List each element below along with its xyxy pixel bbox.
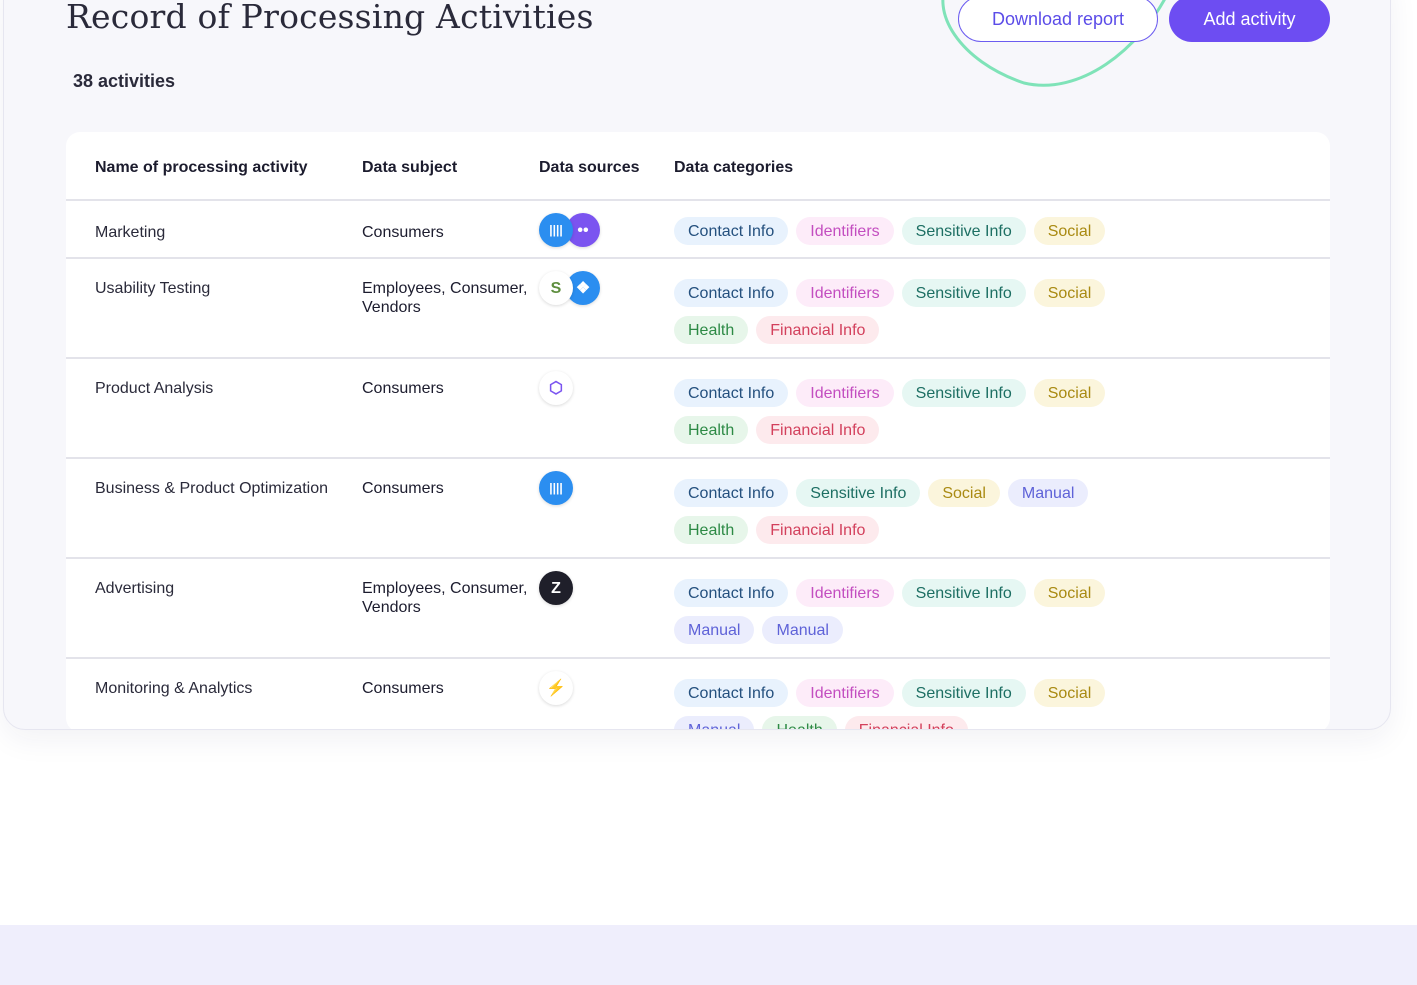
data-categories: Contact Info Identifiers Sensitive Info Soc…: [674, 279, 1274, 344]
data-categories: Contact Info Identifiers Sensitive Info Soc…: [674, 217, 1274, 245]
intercom-icon: ||||: [539, 213, 573, 247]
data-categories: Contact Info Identifiers Sensitive Info Soc…: [674, 579, 1274, 644]
data-subject: Employees, Consumer, Vendors: [362, 280, 528, 316]
cube-icon: ⬡: [539, 371, 573, 405]
category-chip: Health: [674, 416, 749, 444]
category-chip: Contact Info: [674, 679, 789, 707]
activities-card: Record of Processing Activities 38 activ…: [3, 0, 1391, 730]
column-header-name[interactable]: Name of processing activity: [95, 159, 308, 177]
activity-count: 38 activities: [73, 71, 176, 91]
activities-table: Name of processing activity Data subject…: [66, 132, 1330, 729]
data-subject: Consumers: [362, 480, 444, 497]
activity-name: Monitoring & Analytics: [95, 680, 253, 697]
data-subject: Consumers: [362, 680, 444, 697]
category-chip: Manual: [762, 616, 843, 644]
intercom-icon: ||||: [539, 471, 573, 505]
category-chip: Contact Info: [674, 379, 789, 407]
category-chip: Financial Info: [844, 716, 968, 729]
category-chip: Social: [1033, 679, 1106, 707]
category-chip: Social: [928, 479, 1000, 507]
footer-band: [0, 925, 1417, 985]
activity-name: Business & Product Optimization: [95, 480, 328, 497]
data-subject: Employees, Consumer, Vendors: [362, 580, 528, 616]
category-chip: Financial Info: [756, 316, 880, 344]
category-chip: Sensitive Info: [901, 217, 1026, 245]
category-chip: Sensitive Info: [796, 479, 921, 507]
activity-name: Usability Testing: [95, 280, 211, 297]
data-subject: Consumers: [362, 380, 444, 397]
data-subject: Consumers: [362, 224, 444, 241]
category-chip: Social: [1033, 379, 1106, 407]
category-chip: Identifiers: [796, 379, 894, 407]
category-chip: Identifiers: [796, 279, 894, 307]
category-chip: Sensitive Info: [901, 279, 1026, 307]
table-header: Name of processing activity Data subject…: [66, 132, 1330, 201]
column-header-sources[interactable]: Data sources: [539, 159, 640, 177]
category-chip: Health: [674, 516, 749, 544]
category-chip: Identifiers: [796, 579, 894, 607]
category-chip: Contact Info: [674, 279, 789, 307]
column-header-subject[interactable]: Data subject: [362, 159, 457, 177]
category-chip: Health: [674, 316, 749, 344]
category-chip: Identifiers: [796, 679, 894, 707]
category-chip: Sensitive Info: [901, 379, 1026, 407]
table-row[interactable]: Marketing Consumers |||| •• Contact Info Iden…: [66, 201, 1330, 259]
data-categories: Contact Info Sensitive Info Social Manual He…: [674, 479, 1274, 544]
category-chip: Sensitive Info: [901, 579, 1026, 607]
data-categories: Contact Info Identifiers Sensitive Info Soc…: [674, 379, 1274, 444]
shopify-icon: S: [539, 271, 573, 305]
activity-name: Marketing: [95, 224, 166, 241]
category-chip: Manual: [674, 716, 755, 729]
zapier-icon: ⚡: [539, 671, 573, 705]
table-row[interactable]: Advertising Employees, Consumer, Vendors Z…: [66, 559, 1330, 659]
download-report-button[interactable]: Download report: [958, 0, 1158, 42]
category-chip: Social: [1033, 217, 1106, 245]
category-chip: Financial Info: [756, 416, 880, 444]
table-row[interactable]: Business & Product Optimization Consumers…: [66, 459, 1330, 559]
category-chip: Social: [1033, 579, 1106, 607]
category-chip: Sensitive Info: [901, 679, 1026, 707]
table-row[interactable]: Usability Testing Employees, Consumer, Ve…: [66, 259, 1330, 359]
category-chip: Financial Info: [756, 516, 880, 544]
category-chip: Contact Info: [674, 217, 789, 245]
category-chip: Contact Info: [674, 579, 789, 607]
category-chip: Manual: [674, 616, 755, 644]
activity-name: Product Analysis: [95, 380, 214, 397]
table-row[interactable]: Product Analysis Consumers ⬡ Contact Info Id…: [66, 359, 1330, 459]
category-chip: Social: [1033, 279, 1106, 307]
category-chip: Contact Info: [674, 479, 789, 507]
activity-name: Advertising: [95, 580, 175, 597]
zendesk-icon: Z: [539, 571, 573, 605]
table-row[interactable]: Monitoring & Analytics Consumers ⚡ Contact …: [66, 659, 1330, 729]
category-chip: Health: [762, 716, 837, 729]
data-categories: Contact Info Identifiers Sensitive Info Soc…: [674, 679, 1274, 729]
page-title: Record of Processing Activities: [66, 0, 594, 36]
add-activity-button[interactable]: Add activity: [1169, 0, 1330, 42]
column-header-categories[interactable]: Data categories: [674, 159, 793, 177]
category-chip: Manual: [1007, 479, 1089, 507]
category-chip: Identifiers: [796, 217, 894, 245]
